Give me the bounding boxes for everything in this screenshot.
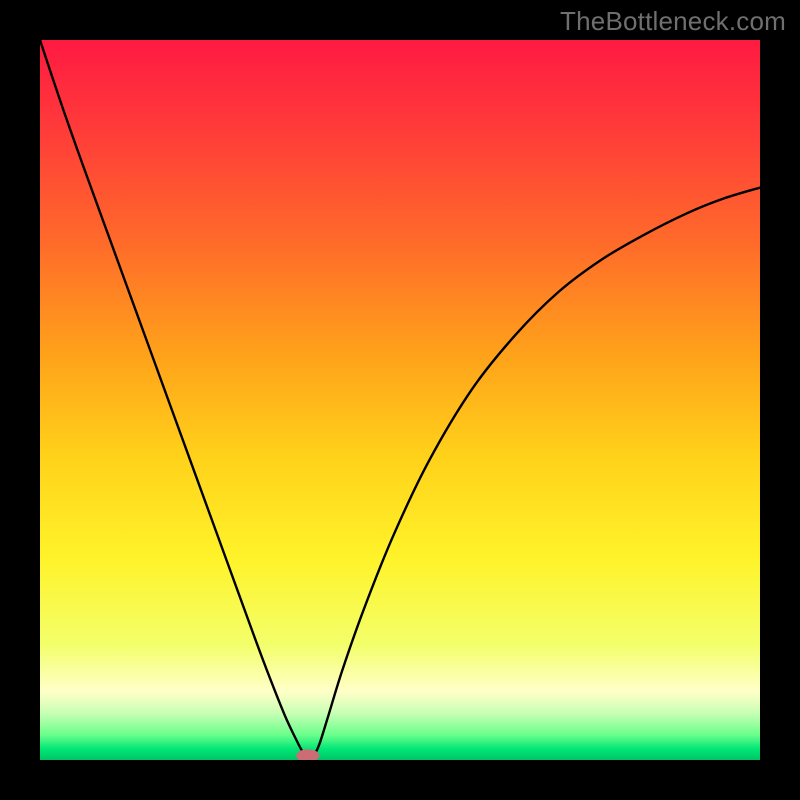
chart-svg [40, 40, 760, 760]
chart-plot-area [40, 40, 760, 760]
watermark-text: TheBottleneck.com [560, 6, 786, 37]
chart-frame: TheBottleneck.com [0, 0, 800, 800]
chart-background [40, 40, 760, 760]
